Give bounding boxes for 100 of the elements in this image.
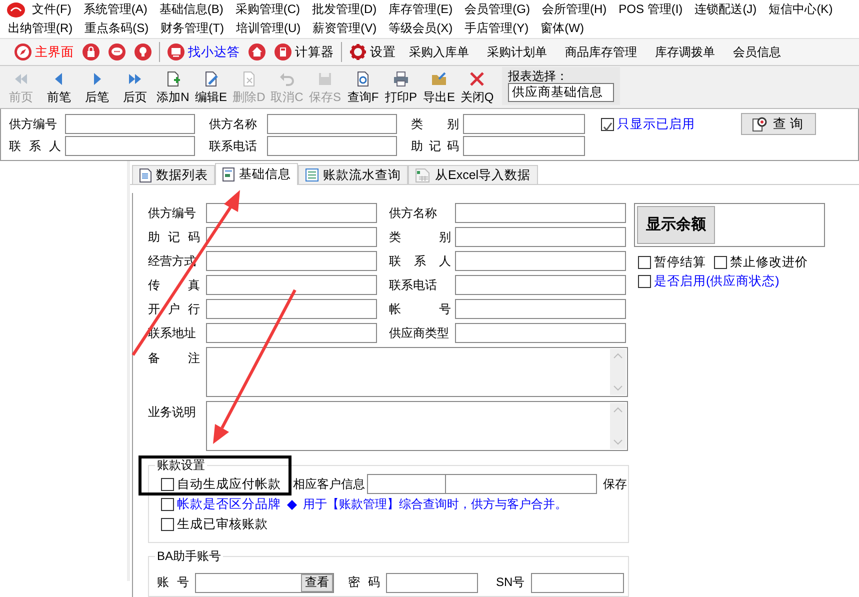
search-button[interactable]: 查 询 <box>741 113 816 135</box>
toolbar-button[interactable]: 添加N <box>154 70 192 108</box>
text-area[interactable] <box>206 347 628 397</box>
input-field[interactable] <box>455 299 626 319</box>
toolbar-button[interactable]: 后笔 <box>78 70 116 108</box>
add-document-icon <box>165 70 181 87</box>
checkbox-label: 帐款是否区分品牌 <box>177 497 281 512</box>
input-field[interactable] <box>367 474 446 494</box>
input-field[interactable] <box>206 203 377 223</box>
checkbox-label: 暂停结算 <box>654 255 706 270</box>
field-label: 联 系 人 <box>389 254 451 268</box>
toolbar-button[interactable]: 计算器 <box>270 40 338 64</box>
shortcut-link[interactable]: 采购计划单 <box>478 44 556 60</box>
menu-item[interactable]: 培训管理(U) <box>230 21 307 36</box>
input-field[interactable] <box>206 299 377 319</box>
logo-icon <box>6 2 26 18</box>
checkbox[interactable] <box>714 256 727 269</box>
menu-item[interactable]: 会所管理(H) <box>536 2 613 17</box>
shortcut-link[interactable]: 商品库存管理 <box>556 44 646 60</box>
show-balance-button[interactable]: 显示余额 <box>637 206 715 244</box>
shortcut-link[interactable]: 库存调拨单 <box>646 44 724 60</box>
toolbar-button[interactable]: 主界面 <box>10 40 78 64</box>
input-field[interactable] <box>206 275 377 295</box>
scroll-up-icon <box>613 353 623 359</box>
gear-icon <box>349 43 367 61</box>
text-area[interactable] <box>206 401 628 451</box>
toolbar-button[interactable]: 查询F <box>344 70 382 108</box>
checkbox[interactable] <box>161 478 174 490</box>
toolbar-button[interactable]: 导出E <box>420 70 458 108</box>
menu-item[interactable]: 等级会员(X) <box>382 21 459 36</box>
checkbox[interactable] <box>161 518 174 531</box>
input-field[interactable] <box>455 251 626 271</box>
lightbulb-icon[interactable] <box>134 43 152 61</box>
checkbox[interactable] <box>638 256 651 269</box>
checkbox[interactable] <box>638 275 651 288</box>
input-field[interactable] <box>267 114 397 134</box>
view-button[interactable]: 查看 <box>301 574 333 592</box>
field-label: 业务说明 <box>148 405 197 420</box>
menu-item[interactable]: 批发管理(D) <box>306 2 383 17</box>
toolbar-button[interactable]: 打印P <box>382 70 420 108</box>
input-field[interactable] <box>463 136 585 156</box>
toolbar-button[interactable]: 关闭Q <box>458 70 496 108</box>
input-field[interactable] <box>65 114 195 134</box>
menu-item[interactable]: 窗体(W) <box>534 21 590 36</box>
checkbox[interactable] <box>601 118 614 130</box>
save-label[interactable]: 保存 <box>603 476 627 492</box>
field-label: 开 户 行 <box>148 302 200 316</box>
menu-item[interactable]: 出纳管理(R) <box>2 21 79 36</box>
tab[interactable]: 基础信息 <box>215 163 298 185</box>
edit-document-icon <box>203 70 219 87</box>
document-icon <box>222 167 235 182</box>
scroll-up-icon <box>613 407 623 413</box>
input-field[interactable] <box>455 323 626 343</box>
lock-icon[interactable] <box>82 43 100 61</box>
menu-item[interactable]: 库存管理(E) <box>382 2 459 17</box>
input-field[interactable] <box>65 136 195 156</box>
input-field[interactable] <box>267 136 397 156</box>
compass-icon <box>14 43 32 61</box>
input-field[interactable] <box>206 227 377 247</box>
menu-item[interactable]: 基础信息(B) <box>153 2 230 17</box>
input-field[interactable] <box>386 572 478 592</box>
input-field[interactable] <box>455 275 626 295</box>
input-field[interactable] <box>455 227 626 247</box>
menu-item[interactable]: 短信中心(K) <box>762 2 839 17</box>
input-field[interactable]: 查看 <box>195 572 334 592</box>
toolbar-button[interactable]: 前笔 <box>40 70 78 108</box>
input-field[interactable] <box>530 572 624 592</box>
input-field[interactable] <box>455 203 626 223</box>
tab[interactable]: 账款流水查询 <box>298 165 408 184</box>
menu-item[interactable]: 财务管理(T) <box>154 21 230 36</box>
field-label: 相应客户信息 <box>293 476 365 492</box>
magnifier-document-icon <box>355 70 371 87</box>
toolbar-button[interactable]: 找小达答 <box>163 40 244 64</box>
menu-item[interactable]: 会员管理(G) <box>458 2 536 17</box>
report-select-field[interactable]: 供应商基础信息 <box>508 83 614 102</box>
menu-item[interactable]: 连锁配送(J) <box>688 2 763 17</box>
menu-item[interactable]: 薪资管理(V) <box>306 21 383 36</box>
chat-icon[interactable] <box>108 43 126 61</box>
menu-item[interactable]: POS 管理(I) <box>612 2 689 17</box>
menu-item[interactable]: 采购管理(C) <box>229 2 306 17</box>
checkbox[interactable] <box>161 498 174 511</box>
tab[interactable]: 从Excel导入数据 <box>408 165 538 184</box>
input-field[interactable] <box>206 251 377 271</box>
tab[interactable]: 数据列表 <box>132 165 215 184</box>
input-field[interactable] <box>463 114 585 134</box>
delete-document-icon <box>241 70 257 87</box>
folder-icon <box>431 70 447 87</box>
menu-item[interactable]: 重点条码(S) <box>78 21 155 36</box>
input-field[interactable] <box>206 323 377 343</box>
toolbar-button[interactable]: 后页 <box>116 70 154 108</box>
menu-item[interactable]: 系统管理(A) <box>77 2 154 17</box>
shortcut-link[interactable]: 采购入库单 <box>400 44 478 60</box>
home-icon[interactable] <box>248 43 266 61</box>
input-field[interactable] <box>445 474 597 494</box>
menu-item[interactable]: 文件(F) <box>26 2 78 17</box>
toolbar-button[interactable]: 编辑E <box>192 70 230 108</box>
toolbar-button[interactable]: 设置 <box>345 40 400 64</box>
field-label: 供方编号 <box>148 206 197 220</box>
menu-item[interactable]: 手店管理(Y) <box>458 21 535 36</box>
shortcut-link[interactable]: 会员信息 <box>724 44 790 60</box>
